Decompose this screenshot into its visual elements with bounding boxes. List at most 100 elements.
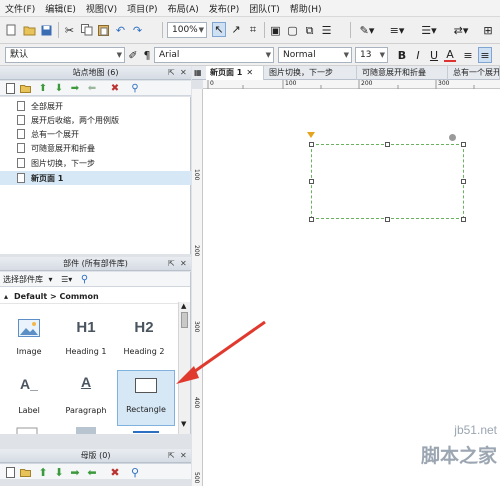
widget-rectangle[interactable]: Rectangle: [117, 370, 175, 426]
add-folder-icon[interactable]: [19, 466, 31, 479]
sitemap-page-row[interactable]: 可随意展开和折叠: [0, 141, 191, 155]
widget-paragraph[interactable]: A Paragraph: [57, 368, 115, 424]
move-up-icon[interactable]: ⬆: [37, 466, 49, 479]
widget-image[interactable]: Image: [0, 309, 58, 365]
font-weight-select[interactable]: Normal ▼: [278, 47, 352, 63]
cut-icon[interactable]: ✂: [63, 23, 76, 37]
tab-list-icon[interactable]: ▦: [194, 66, 204, 80]
library-selector[interactable]: 选择部件库: [3, 275, 43, 284]
rotate-handle-icon[interactable]: [449, 134, 456, 141]
widget-label-item[interactable]: A_ Label: [0, 368, 58, 424]
pin-icon[interactable]: ⇱: [168, 257, 175, 271]
indent-icon[interactable]: ➡: [69, 82, 81, 95]
resize-handle[interactable]: [461, 179, 466, 184]
search-icon[interactable]: ⚲: [129, 466, 141, 479]
outdent-icon[interactable]: ⬅: [86, 466, 98, 479]
line-width-icon[interactable]: ☰▾: [418, 23, 440, 37]
resize-handle[interactable]: [461, 217, 466, 222]
align-left-icon[interactable]: ≡: [462, 48, 474, 62]
close-icon[interactable]: ✕: [246, 68, 253, 77]
resize-handle[interactable]: [385, 217, 390, 222]
open-folder-icon[interactable]: [22, 23, 36, 37]
add-folder-icon[interactable]: [19, 82, 31, 95]
resize-handle[interactable]: [309, 179, 314, 184]
sitemap-page-row[interactable]: 全部展开: [0, 99, 191, 113]
menu-layout[interactable]: 布局(A): [168, 2, 199, 15]
resize-handle[interactable]: [309, 142, 314, 147]
italic-icon[interactable]: I: [412, 48, 424, 62]
font-size-select[interactable]: 13 ▼: [355, 47, 388, 63]
line-style-icon[interactable]: ≡▾: [386, 23, 408, 37]
sitemap-page-row[interactable]: 总有一个展开: [0, 127, 191, 141]
chevron-down-icon[interactable]: ▾: [49, 275, 53, 284]
bring-front-icon[interactable]: ▣: [269, 23, 282, 37]
align-center-icon[interactable]: ≡: [478, 47, 492, 63]
crop-tool-icon[interactable]: ⌗: [246, 22, 260, 37]
style-edit-icon[interactable]: ¶: [141, 48, 153, 62]
style-select[interactable]: 默认 ▼: [5, 47, 125, 63]
underline-icon[interactable]: U: [428, 48, 440, 62]
align-icon[interactable]: ☰: [320, 23, 333, 37]
fill-color-icon[interactable]: ✎▾: [357, 23, 377, 37]
menu-edit[interactable]: 编辑(E): [45, 2, 76, 15]
resize-handle[interactable]: [309, 217, 314, 222]
menu-team[interactable]: 团队(T): [249, 2, 280, 15]
delete-page-icon[interactable]: ✖: [109, 82, 121, 95]
move-down-icon[interactable]: ⬇: [53, 82, 65, 95]
sitemap-page-row[interactable]: 图片切换，下一步: [0, 156, 191, 170]
font-select[interactable]: Arial ▼: [154, 47, 274, 63]
send-back-icon[interactable]: ▢: [286, 23, 299, 37]
zoom-select[interactable]: 100% ▼: [167, 22, 207, 38]
menu-publish[interactable]: 发布(P): [209, 2, 239, 15]
resize-handle[interactable]: [385, 142, 390, 147]
rectangle-widget-on-canvas[interactable]: [311, 144, 464, 219]
tab-always-one[interactable]: 总有一个展开: [449, 66, 500, 80]
save-icon[interactable]: [40, 23, 53, 37]
menu-help[interactable]: 帮助(H): [290, 2, 322, 15]
copy-icon[interactable]: [80, 23, 93, 37]
new-file-icon[interactable]: [5, 23, 17, 37]
menu-file[interactable]: 文件(F): [5, 2, 35, 15]
outdent-icon[interactable]: ⬅: [86, 82, 98, 95]
sitemap-page-row-selected[interactable]: 新页面 1: [0, 171, 191, 185]
scroll-down-icon[interactable]: ▼: [181, 420, 186, 428]
move-down-icon[interactable]: ⬇: [53, 466, 65, 479]
widget-heading-1[interactable]: H1 Heading 1: [57, 309, 115, 365]
undo-icon[interactable]: ↶: [114, 23, 127, 37]
arrow-style-icon[interactable]: ⇄▾: [450, 23, 472, 37]
delete-master-icon[interactable]: ✖: [109, 466, 121, 479]
corner-radius-handle-icon[interactable]: [307, 132, 315, 138]
font-color-icon[interactable]: A: [444, 48, 456, 62]
search-icon[interactable]: ⚲: [129, 82, 141, 95]
move-up-icon[interactable]: ⬆: [37, 82, 49, 95]
menu-project[interactable]: 项目(P): [127, 2, 157, 15]
tab-image-switch[interactable]: 图片切换，下一步: [265, 66, 357, 80]
bold-icon[interactable]: B: [396, 48, 408, 62]
paste-icon[interactable]: [97, 23, 110, 37]
add-master-icon[interactable]: [4, 466, 16, 479]
widget-group-header[interactable]: ▴ Default > Common: [0, 290, 178, 304]
close-icon[interactable]: ✕: [180, 257, 187, 271]
group-icon[interactable]: ⧉: [303, 23, 316, 37]
tab-collapsible[interactable]: 可随意展开和折叠: [358, 66, 448, 80]
format-painter-icon[interactable]: ✐: [127, 48, 139, 62]
design-canvas[interactable]: jb51.net 脚本之家: [203, 89, 500, 486]
select-tool-icon[interactable]: ↖: [212, 22, 226, 37]
menu-view[interactable]: 视图(V): [86, 2, 117, 15]
resize-handle[interactable]: [461, 142, 466, 147]
border-icon[interactable]: ⊞: [480, 23, 496, 37]
connector-tool-icon[interactable]: ↗: [229, 22, 243, 37]
widget-heading-2[interactable]: H2 Heading 2: [115, 309, 173, 365]
add-page-icon[interactable]: [4, 82, 16, 95]
search-icon[interactable]: ⚲: [81, 274, 88, 285]
tab-new-page[interactable]: 新页面 1 ✕: [206, 66, 264, 80]
indent-icon[interactable]: ➡: [69, 466, 81, 479]
pin-icon[interactable]: ⇱: [168, 449, 175, 463]
sitemap-page-row[interactable]: 展开后收缩，两个用例版: [0, 113, 191, 127]
scroll-up-icon[interactable]: ▲: [181, 302, 186, 310]
menu-icon[interactable]: ☰▾: [61, 275, 72, 284]
close-icon[interactable]: ✕: [180, 449, 187, 463]
pin-icon[interactable]: ⇱: [168, 66, 175, 80]
redo-icon[interactable]: ↷: [131, 23, 144, 37]
close-icon[interactable]: ✕: [180, 66, 187, 80]
